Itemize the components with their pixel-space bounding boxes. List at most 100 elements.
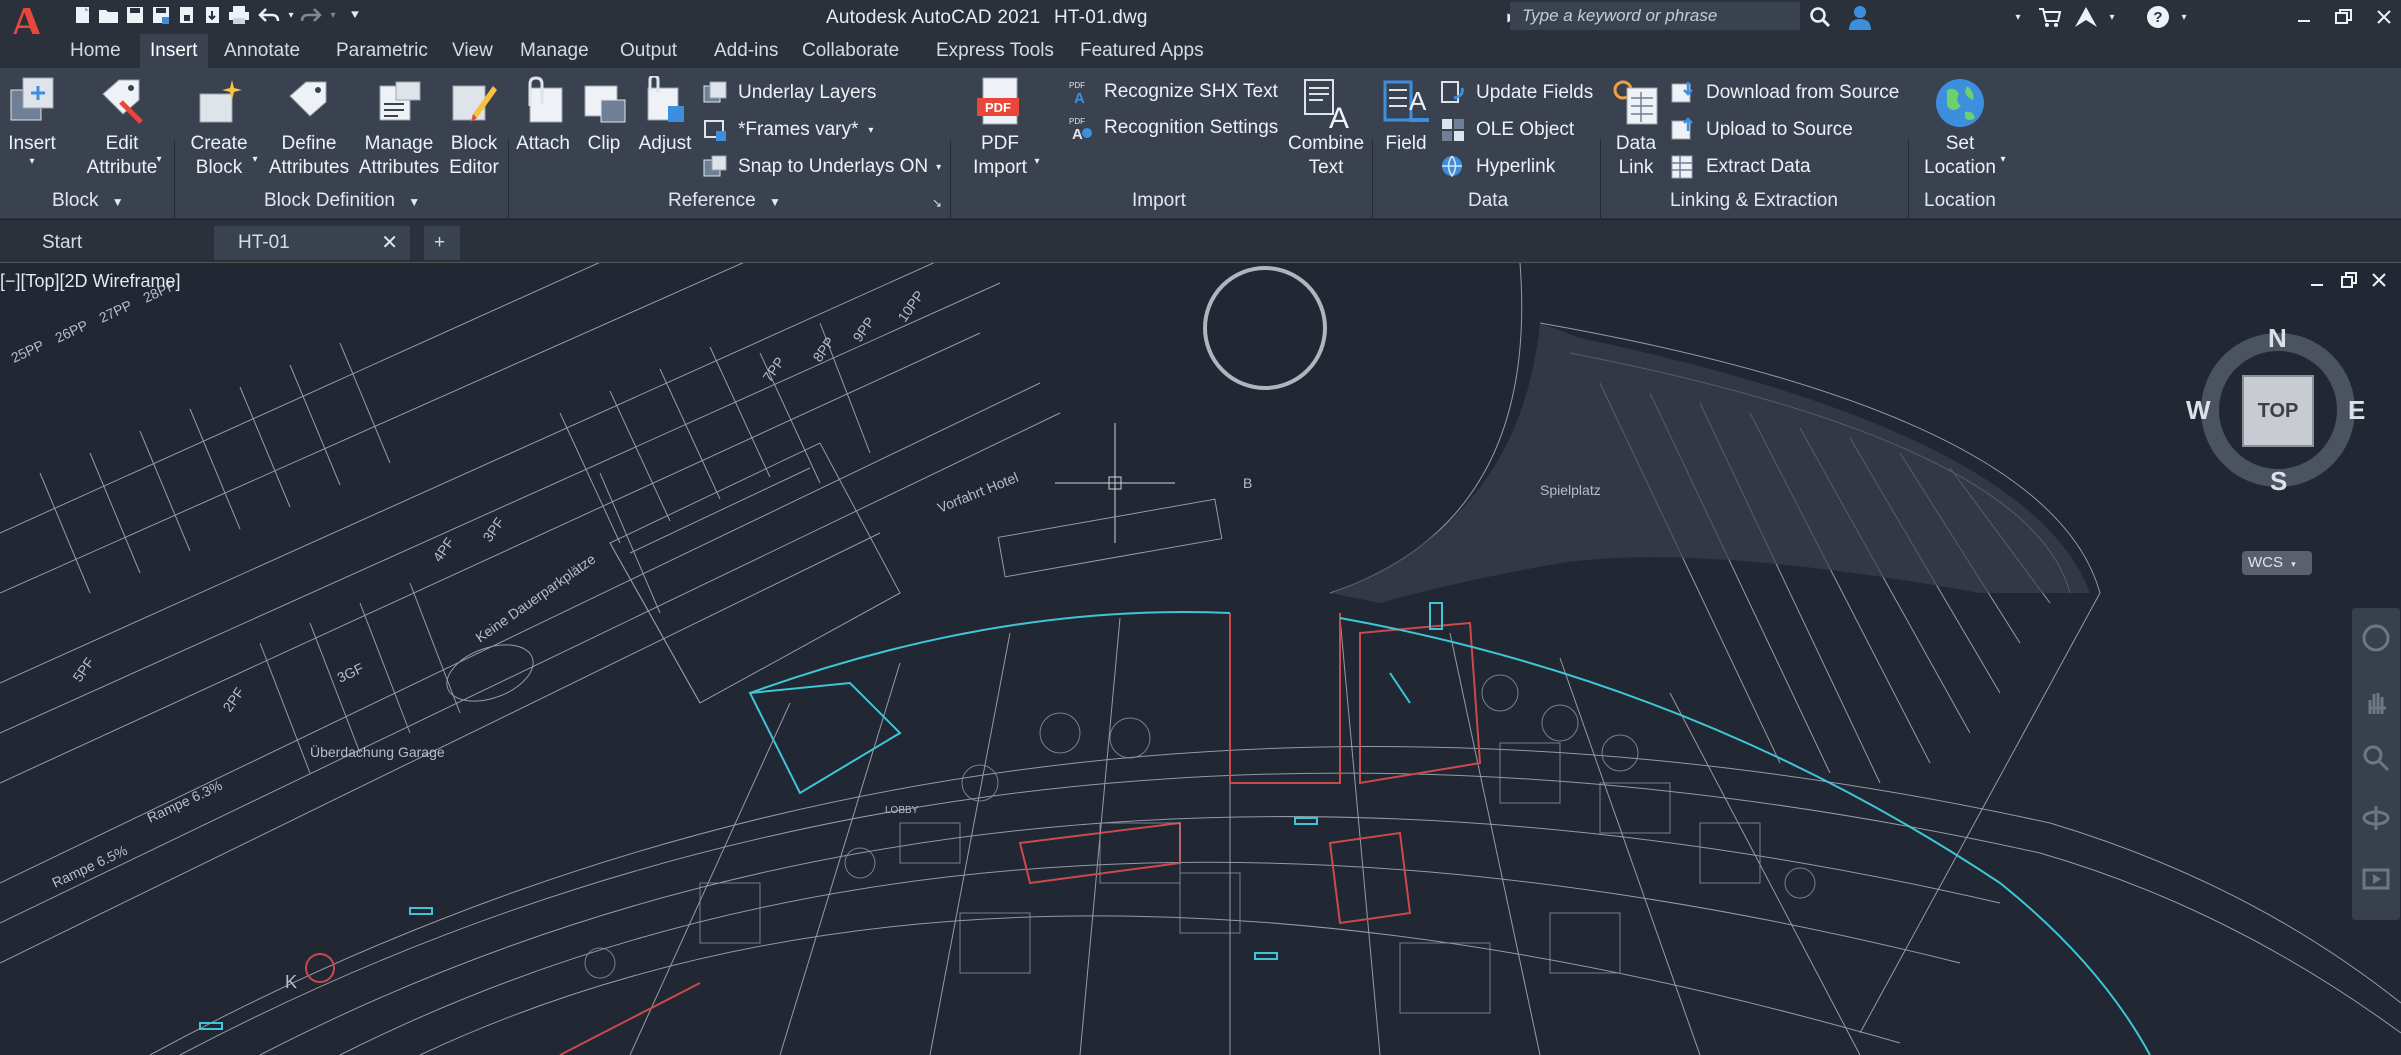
- wcs-dropdown[interactable]: WCS ▾: [2242, 551, 2312, 575]
- drawing-canvas[interactable]: Überdachung Garage Rampe 6.3% Rampe 6.5%…: [0, 263, 2401, 1055]
- tab-view[interactable]: View: [442, 34, 503, 68]
- viewport-label[interactable]: [−][Top][2D Wireframe]: [0, 271, 181, 292]
- viewport-restore-icon[interactable]: [2340, 271, 2358, 289]
- viewcube-south[interactable]: S: [2270, 466, 2287, 497]
- save-to-web-icon[interactable]: [176, 4, 198, 26]
- save-icon[interactable]: [124, 4, 146, 26]
- combine-text-button[interactable]: A Combine Text: [1284, 76, 1368, 180]
- minimize-icon[interactable]: [2290, 4, 2318, 30]
- extract-data-button[interactable]: Extract Data: [1670, 151, 1811, 183]
- plot-icon[interactable]: [228, 4, 250, 26]
- svg-text:?: ?: [2153, 9, 2162, 26]
- create-block-dropdown[interactable]: ▾: [248, 148, 262, 172]
- tab-start[interactable]: Start: [18, 226, 218, 260]
- tab-manage[interactable]: Manage: [510, 34, 599, 68]
- tab-home[interactable]: Home: [60, 34, 131, 68]
- apps-dropdown-icon[interactable]: ▾: [2098, 4, 2126, 30]
- tab-add-ins[interactable]: Add-ins: [704, 34, 788, 68]
- drawing-viewport[interactable]: Überdachung Garage Rampe 6.3% Rampe 6.5%…: [0, 263, 2401, 1055]
- block-editor-button[interactable]: Block Editor: [444, 76, 504, 180]
- snap-to-underlays-dropdown[interactable]: Snap to Underlays ON ▾: [702, 151, 941, 183]
- pan-icon[interactable]: [2362, 688, 2390, 721]
- drawing-text-27pp: 27PP: [97, 297, 135, 326]
- define-attributes-button[interactable]: Define Attributes: [262, 76, 356, 180]
- viewcube-north[interactable]: N: [2268, 323, 2287, 354]
- open-folder-icon[interactable]: [98, 4, 120, 26]
- set-location-button[interactable]: Set Location: [1914, 76, 2006, 180]
- upload-to-source-button[interactable]: Upload to Source: [1670, 114, 1853, 146]
- block-definition-panel-label[interactable]: Block Definition ▼: [264, 190, 420, 212]
- save-as-icon[interactable]: [150, 4, 172, 26]
- clip-button[interactable]: Clip: [576, 76, 632, 156]
- cart-icon[interactable]: [2036, 4, 2064, 30]
- update-fields-button[interactable]: Update Fields: [1440, 77, 1593, 109]
- user-icon[interactable]: [1846, 4, 1874, 30]
- new-tab-button[interactable]: +: [424, 226, 460, 260]
- hyperlink-button[interactable]: Hyperlink: [1440, 151, 1555, 183]
- edit-attribute-dropdown[interactable]: ▾: [152, 148, 166, 172]
- tab-ht-01[interactable]: HT-01 ✕: [214, 226, 410, 260]
- orbit-icon[interactable]: [2362, 804, 2390, 837]
- manage-attributes-button[interactable]: Manage Attributes: [352, 76, 446, 180]
- restore-icon[interactable]: [2330, 4, 2358, 30]
- steering-wheel-icon[interactable]: [2362, 624, 2390, 657]
- viewcube-east[interactable]: E: [2348, 395, 2365, 426]
- attach-button[interactable]: Attach: [512, 76, 574, 156]
- ole-object-button[interactable]: OLE Object: [1440, 114, 1574, 146]
- search-input[interactable]: Type a keyword or phrase: [1510, 2, 1800, 30]
- zoom-extents-icon[interactable]: [2362, 744, 2390, 777]
- underlay-layers-button[interactable]: Underlay Layers: [702, 77, 876, 109]
- create-block-label-1: Create: [190, 133, 248, 154]
- redo-icon[interactable]: [300, 4, 322, 26]
- pdf-import-button[interactable]: PDF PDF Import: [962, 76, 1038, 180]
- drawing-text-vorfahrt: Vorfahrt Hotel: [935, 469, 1020, 516]
- reference-dialog-launcher-icon[interactable]: ↘: [932, 196, 942, 210]
- tab-featured-apps[interactable]: Featured Apps: [1070, 34, 1214, 68]
- download-from-source-button[interactable]: Download from Source: [1670, 77, 1899, 109]
- search-icon[interactable]: [1806, 4, 1834, 30]
- tab-output[interactable]: Output: [610, 34, 687, 68]
- data-link-button[interactable]: Data Link: [1604, 76, 1668, 180]
- redo-dropdown-icon[interactable]: ▾: [322, 4, 344, 26]
- reference-panel-label[interactable]: Reference ▼: [668, 190, 781, 212]
- viewcube[interactable]: TOP N S E W: [2186, 323, 2368, 497]
- close-tab-icon[interactable]: ✕: [381, 226, 398, 260]
- set-location-label-2: Location: [1924, 157, 1996, 178]
- block-panel-label[interactable]: Block ▼: [52, 190, 124, 212]
- autodesk-apps-icon[interactable]: [2072, 4, 2100, 30]
- wcs-label: WCS: [2248, 554, 2283, 571]
- create-block-button[interactable]: Create Block: [186, 76, 252, 180]
- viewport-close-icon[interactable]: [2370, 271, 2388, 289]
- tab-collaborate[interactable]: Collaborate: [792, 34, 909, 68]
- chevron-down-icon: ▾: [2291, 559, 2296, 569]
- block-panel-title: Block: [52, 190, 99, 211]
- tab-insert[interactable]: Insert: [140, 34, 208, 68]
- recognition-settings-button[interactable]: PDF A Recognition Settings: [1068, 112, 1278, 144]
- recognize-shx-text-button[interactable]: PDF A Recognize SHX Text: [1068, 76, 1278, 108]
- open-from-web-icon[interactable]: [202, 4, 224, 26]
- undo-icon[interactable]: [258, 4, 280, 26]
- showmotion-icon[interactable]: [2362, 864, 2390, 897]
- customize-qat-icon[interactable]: ⯆: [344, 4, 366, 26]
- set-location-dropdown[interactable]: ▾: [1996, 148, 2010, 172]
- tab-parametric[interactable]: Parametric: [326, 34, 438, 68]
- download-from-source-label: Download from Source: [1706, 82, 1900, 103]
- field-button[interactable]: A Field: [1374, 76, 1438, 156]
- help-dropdown-icon[interactable]: ▾: [2170, 4, 2198, 30]
- help-icon[interactable]: ?: [2144, 4, 2172, 30]
- viewport-minimize-icon[interactable]: [2308, 271, 2326, 289]
- tab-express-tools[interactable]: Express Tools: [926, 34, 1064, 68]
- frames-vary-dropdown[interactable]: *Frames vary* ▾: [702, 114, 873, 146]
- user-dropdown-icon[interactable]: ▾: [2004, 4, 2032, 30]
- pdf-import-dropdown[interactable]: ▾: [1030, 150, 1044, 174]
- close-icon[interactable]: [2370, 4, 2398, 30]
- drawing-text-8pp: 8PP: [809, 334, 837, 365]
- viewcube-west[interactable]: W: [2186, 395, 2211, 426]
- viewcube-top-face[interactable]: TOP: [2242, 375, 2314, 447]
- tab-annotate[interactable]: Annotate: [214, 34, 310, 68]
- import-panel-label: Import: [1132, 190, 1186, 211]
- insert-button[interactable]: Insert ▾: [2, 76, 62, 168]
- undo-dropdown-icon[interactable]: ▾: [280, 4, 302, 26]
- adjust-button[interactable]: Adjust: [634, 74, 696, 156]
- new-file-icon[interactable]: [72, 4, 94, 26]
